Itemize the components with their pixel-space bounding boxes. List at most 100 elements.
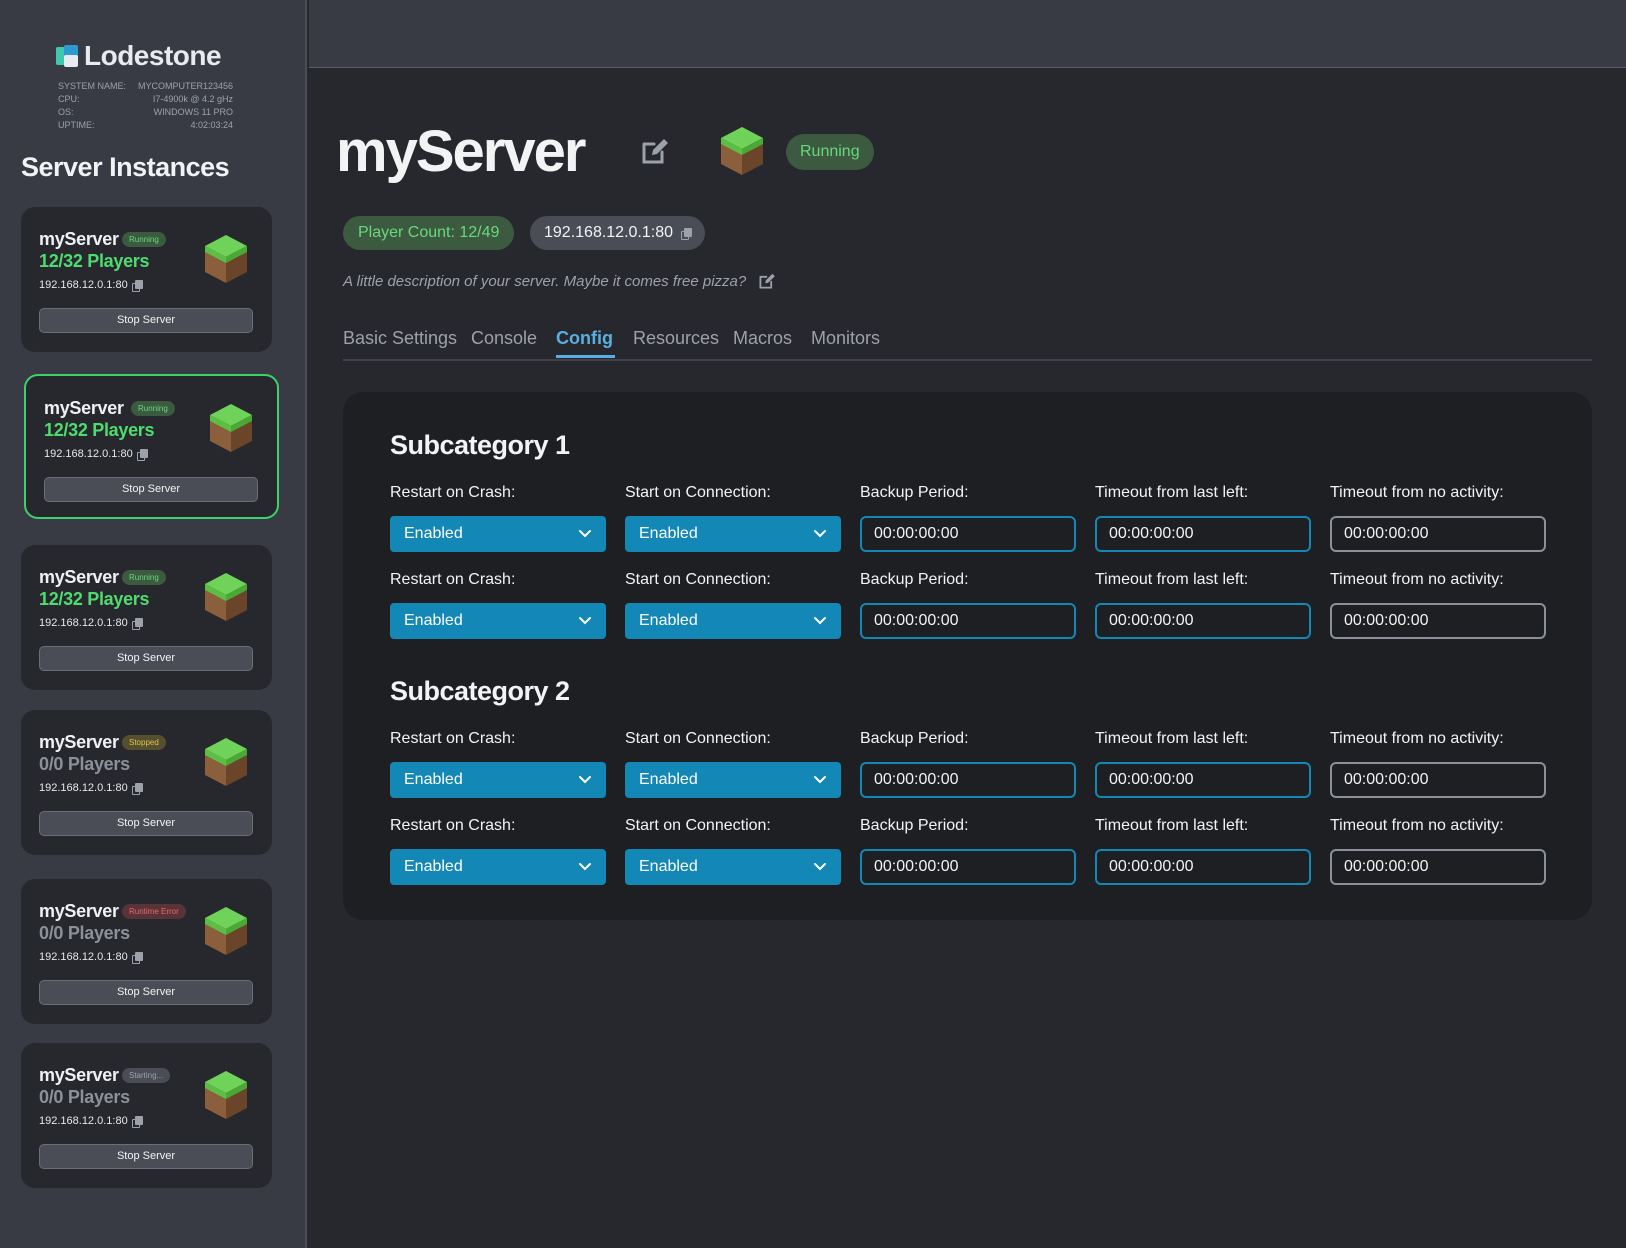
timeout-no-activity-input[interactable]: 00:00:00:00 [1330,849,1546,885]
backup-period-label: Backup Period: [860,484,969,501]
copy-icon[interactable] [131,952,143,964]
instance-address: 192.168.12.0.1:80 [39,1115,143,1128]
status-badge: Running [122,570,166,585]
stop-server-button[interactable]: Stop Server [39,980,253,1005]
timeout-no-activity-label: Timeout from no activity: [1330,484,1504,501]
instance-address: 192.168.12.0.1:80 [39,279,143,292]
timeout-last-left-input[interactable]: 00:00:00:00 [1095,849,1311,885]
copy-icon[interactable] [131,280,143,292]
server-status-badge: Running [786,134,874,170]
start-on-connection-select[interactable]: Enabled [625,603,841,639]
copy-icon[interactable] [131,1116,143,1128]
grass-block-icon [205,235,247,283]
status-badge: Runtime Error [122,904,186,919]
timeout-no-activity-input[interactable]: 00:00:00:00 [1330,603,1546,639]
instance-address: 192.168.12.0.1:80 [44,448,148,461]
copy-icon[interactable] [136,449,148,461]
tab-config[interactable]: Config [556,328,613,349]
server-instance-card[interactable]: myServer Runtime Error 0/0 Players 192.1… [21,879,272,1024]
stop-server-button[interactable]: Stop Server [39,646,253,671]
instance-address-text: 192.168.12.0.1:80 [39,1115,128,1127]
restart-on-crash-select[interactable]: Enabled [390,849,606,885]
sidebar: Lodestone SYSTEM NAME: MYCOMPUTER123456 C… [0,0,307,1248]
instance-players: 0/0 Players [39,1087,130,1107]
grass-block-icon [210,404,252,452]
stop-server-button[interactable]: Stop Server [39,811,253,836]
copy-icon[interactable] [131,618,143,630]
tab-basic-settings[interactable]: Basic Settings [343,328,457,349]
stop-server-button[interactable]: Stop Server [39,1144,253,1169]
grass-block-icon [205,573,247,621]
instance-name: myServer [39,229,119,249]
select-value: Enabled [639,771,698,788]
subcategory-title: Subcategory 1 [390,430,570,460]
sysinfo-label: UPTIME: [58,120,95,130]
copy-icon[interactable] [681,228,693,240]
chevron-down-icon [579,530,591,538]
tab-macros[interactable]: Macros [733,328,792,349]
select-value: Enabled [639,525,698,542]
chevron-down-icon [814,530,826,538]
edit-description-icon[interactable] [758,272,776,290]
instance-address-text: 192.168.12.0.1:80 [39,617,128,629]
status-badge: Stopped [122,735,166,750]
server-description-text: A little description of your server. May… [343,272,747,290]
instance-name: myServer [44,398,124,418]
server-instance-card[interactable]: myServer Stopped 0/0 Players 192.168.12.… [21,710,272,855]
select-value: Enabled [639,612,698,629]
start-on-connection-label: Start on Connection: [625,571,771,588]
sysinfo-value: 4:02:03:24 [190,120,233,130]
stop-server-button[interactable]: Stop Server [44,477,258,502]
copy-icon[interactable] [131,783,143,795]
timeout-no-activity-input[interactable]: 00:00:00:00 [1330,516,1546,552]
instance-address: 192.168.12.0.1:80 [39,951,143,964]
backup-period-input[interactable]: 00:00:00:00 [860,849,1076,885]
restart-on-crash-select[interactable]: Enabled [390,603,606,639]
restart-on-crash-select[interactable]: Enabled [390,762,606,798]
status-badge: Running [131,401,175,416]
timeout-no-activity-input[interactable]: 00:00:00:00 [1330,762,1546,798]
start-on-connection-label: Start on Connection: [625,484,771,501]
start-on-connection-select[interactable]: Enabled [625,516,841,552]
instance-players: 0/0 Players [39,754,130,774]
sidebar-title: Server Instances [21,152,230,182]
instance-name: myServer [39,732,119,752]
grass-block-icon [205,1071,247,1119]
restart-on-crash-select[interactable]: Enabled [390,516,606,552]
timeout-last-left-input[interactable]: 00:00:00:00 [1095,516,1311,552]
backup-period-input[interactable]: 00:00:00:00 [860,603,1076,639]
timeout-last-left-input[interactable]: 00:00:00:00 [1095,762,1311,798]
system-info: SYSTEM NAME: MYCOMPUTER123456 CPU: I7-4900… [58,80,233,132]
tab-resources[interactable]: Resources [633,328,719,349]
active-tab-indicator [556,355,615,358]
restart-on-crash-label: Restart on Crash: [390,571,516,588]
tab-monitors[interactable]: Monitors [811,328,880,349]
server-instance-card[interactable]: myServer Running 12/32 Players 192.168.1… [21,545,272,690]
app-name: Lodestone [84,40,222,71]
edit-name-icon[interactable] [640,136,670,166]
restart-on-crash-label: Restart on Crash: [390,484,516,501]
instance-name: myServer [39,901,119,921]
sysinfo-value: I7-4900k @ 4.2 gHz [152,94,233,104]
instance-name: myServer [39,1065,119,1085]
server-address-pill[interactable]: 192.168.12.0.1:80 [530,216,706,250]
instance-players: 12/32 Players [39,589,150,609]
status-badge: Running [122,232,166,247]
backup-period-input[interactable]: 00:00:00:00 [860,762,1076,798]
sysinfo-label: SYSTEM NAME: [58,81,127,91]
start-on-connection-label: Start on Connection: [625,817,771,834]
chevron-down-icon [814,776,826,784]
tab-console[interactable]: Console [471,328,537,349]
backup-period-label: Backup Period: [860,817,969,834]
timeout-last-left-label: Timeout from last left: [1095,730,1249,747]
timeout-last-left-input[interactable]: 00:00:00:00 [1095,603,1311,639]
backup-period-input[interactable]: 00:00:00:00 [860,516,1076,552]
start-on-connection-select[interactable]: Enabled [625,762,841,798]
server-instance-card[interactable]: myServer Running 12/32 Players 192.168.1… [21,207,272,352]
server-instance-card[interactable]: myServer Starting... 0/0 Players 192.168… [21,1043,272,1188]
backup-period-label: Backup Period: [860,571,969,588]
server-instance-card-selected[interactable]: myServer Running 12/32 Players 192.168.1… [24,374,279,519]
start-on-connection-select[interactable]: Enabled [625,849,841,885]
stop-server-button[interactable]: Stop Server [39,308,253,333]
chevron-down-icon [579,617,591,625]
